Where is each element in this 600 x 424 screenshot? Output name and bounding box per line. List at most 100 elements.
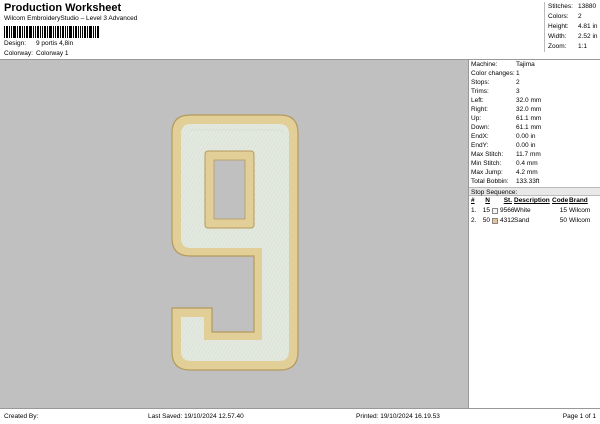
col-header-num: # [471,197,475,204]
summary-row: Width: 2.52 in [544,32,600,42]
barcode-bar [60,26,61,38]
property-row: Down: 61.1 mm [469,123,600,132]
property-row: Total Bobbin: 133.33ft [469,177,600,186]
stop-sequence-table: # N St. Description Code Brand 1. 15 956… [469,196,600,226]
property-row: Color changes: 1 [469,69,600,78]
property-row: Trims: 3 [469,87,600,96]
summary-label: Height: [548,23,569,30]
barcode-bar [75,26,77,38]
stop-code: 15 [559,207,567,214]
barcode-bar [55,26,56,38]
stop-sequence-title: Stop Sequence: [469,187,600,196]
property-label: Right: [471,106,488,113]
property-value: 32.0 mm [516,106,542,113]
barcode-bar [49,26,52,38]
property-label: Total Bobbin: [471,178,509,185]
design-label: Design: [4,40,27,47]
property-label: EndX: [471,133,489,140]
barcode-bar [9,26,10,38]
design-row: Design: 9 portis 4,8in [4,40,73,47]
stop-description: White [514,207,531,214]
col-header-brand: Brand [569,197,588,204]
property-row: Max Jump: 4.2 mm [469,168,600,177]
stop-sequence-row[interactable]: 1. 15 9566 White 15 Wilcom [469,206,600,216]
properties-panel: Machine: Tajima Color changes: 1 Stops: 2 T… [468,59,600,408]
summary-value: 4.81 in [578,23,598,30]
color-swatch [492,216,500,226]
property-value: 2 [516,79,520,86]
stop-description: Sand [514,217,530,224]
property-label: Min Stitch: [471,160,502,167]
property-label: Trims: [471,88,489,95]
barcode-bar [57,26,59,38]
property-row: Right: 32.0 mm [469,105,600,114]
barcode-bar [24,26,25,38]
design-preview-canvas[interactable] [0,59,468,408]
barcode-bar [26,26,28,38]
property-row: Left: 32.0 mm [469,96,600,105]
summary-stats: Stitches: 13880 Colors: 2 Height: 4.81 in W… [544,2,600,52]
property-label: Down: [471,124,490,131]
barcode-bar [33,26,34,38]
barcode-bar [11,26,12,38]
barcode-bar [78,26,79,38]
summary-value: 2.52 in [578,33,598,40]
col-header-stitches: St. [503,197,512,204]
property-value: 4.2 mm [516,169,538,176]
property-value: 0.00 in [516,142,536,149]
stop-stitches: 9566 [500,207,515,214]
swatch-box [492,218,498,224]
stop-needle: 15 [482,207,490,214]
nine-counter-hole [213,159,246,220]
barcode-bar [40,26,41,38]
summary-row: Height: 4.81 in [544,22,600,32]
barcode-image [4,26,116,38]
barcode-bar [80,26,81,38]
colorway-label: Colorway: [4,50,33,57]
barcode-bar [82,26,83,38]
property-label: EndY: [471,142,489,149]
colorway-row: Colorway: Colorway 1 [4,50,69,57]
stop-sequence-row[interactable]: 2. 50 4312 Sand 50 Wilcom [469,216,600,226]
property-value: 32.0 mm [516,97,542,104]
page-title: Production Worksheet [4,2,122,14]
barcode-bar [17,26,18,38]
col-header-description: Description [514,197,550,204]
barcode-bar [84,26,86,38]
property-row: Max Stitch: 11.7 mm [469,150,600,159]
barcode-bar [6,26,8,38]
barcode-bar [19,26,21,38]
property-value: 61.1 mm [516,124,542,131]
barcode-bar [62,26,64,38]
barcode-bar [95,26,96,38]
embroidery-number-nine-image [171,114,299,371]
last-saved: Last Saved: 19/10/2024 12.57.40 [148,413,244,420]
barcode-bar [93,26,94,38]
stop-num: 1. [471,207,477,214]
summary-label: Stitches: [548,3,573,10]
summary-label: Width: [548,33,567,40]
barcode-bar [67,26,68,38]
barcode-bar [35,26,36,38]
col-header-n: N [485,197,490,204]
barcode-bar [65,26,66,38]
col-header-code: Code [552,197,569,204]
barcode-bar [37,26,39,38]
barcode-bar [42,26,43,38]
worksheet-footer: Created By: Last Saved: 19/10/2024 12.57… [0,408,600,424]
color-swatch [492,206,500,216]
barcode-bar [44,26,46,38]
property-value: 133.33ft [516,178,540,185]
property-value: Tajima [516,61,535,68]
summary-label: Zoom: [548,43,567,50]
worksheet-header: Production Worksheet Wilcom EmbroiderySt… [0,0,600,60]
design-value: 9 portis 4,8in [36,40,74,47]
property-value: 0.00 in [516,133,536,140]
barcode-bar [87,26,88,38]
summary-value: 13880 [578,3,597,10]
stop-brand: Wilcom [569,217,591,224]
property-row: EndY: 0.00 in [469,141,600,150]
summary-label: Colors: [548,13,569,20]
stop-sequence-header: # N St. Description Code Brand [469,196,600,206]
barcode-bar [22,26,23,38]
